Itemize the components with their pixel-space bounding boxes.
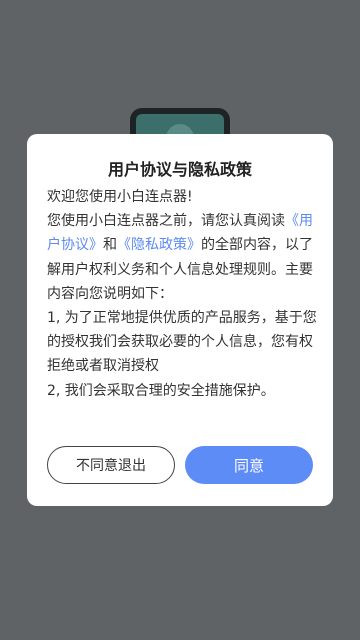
point-2-text: 2, 我们会采取合理的安全措施保护。: [47, 382, 275, 399]
intro-text-before: 您使用小白连点器之前，请您认真阅读: [47, 213, 285, 230]
point-1-text: 1, 为了正常地提供优质的产品服务，基于您的授权我们会获取必要的个人信息，您有权…: [47, 310, 317, 375]
privacy-dialog: 用户协议与隐私政策 欢迎您使用小白连点器! 您使用小白连点器之前，请您认真阅读《…: [27, 134, 333, 506]
intro-paragraph: 您使用小白连点器之前，请您认真阅读《用户协议》和《隐私政策》的全部内容，以了解用…: [47, 209, 317, 306]
decline-exit-button[interactable]: 不同意退出: [47, 446, 175, 484]
privacy-policy-link[interactable]: 《隐私政策》: [117, 237, 201, 253]
welcome-text: 欢迎您使用小白连点器!: [47, 189, 193, 205]
dialog-body: 欢迎您使用小白连点器! 您使用小白连点器之前，请您认真阅读《用户协议》和《隐私政…: [47, 185, 317, 403]
screen: 用户协议与隐私政策 欢迎您使用小白连点器! 您使用小白连点器之前，请您认真阅读《…: [0, 0, 360, 640]
intro-text-and: 和: [103, 237, 117, 254]
dialog-title: 用户协议与隐私政策: [107, 160, 252, 179]
agree-button[interactable]: 同意: [185, 446, 313, 484]
